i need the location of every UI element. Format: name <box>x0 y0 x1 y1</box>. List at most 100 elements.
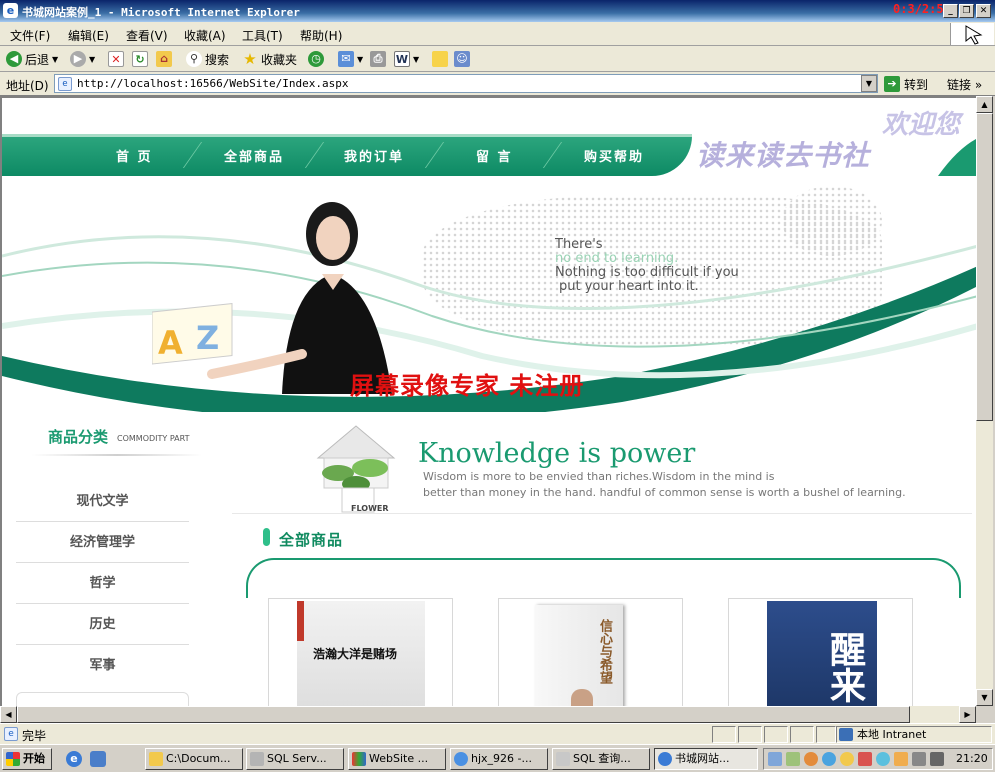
category-item[interactable]: 军事 <box>16 645 189 686</box>
nav-my-orders[interactable]: 我的订单 <box>344 146 404 165</box>
taskbar-item-explorer[interactable]: C:\Docum... <box>145 748 243 770</box>
tray-network-icon[interactable] <box>768 752 782 766</box>
links-button[interactable]: 链接 » <box>947 76 982 93</box>
vertical-scrollbar[interactable]: ▲ ▼ <box>976 96 993 706</box>
quick-launch-desktop-icon[interactable] <box>90 751 106 767</box>
book-card[interactable]: 浩瀚大洋是赌场 <box>268 598 453 706</box>
taskbar-item-sql-query[interactable]: SQL 查询... <box>552 748 650 770</box>
category-item[interactable]: 现代文学 <box>16 481 189 522</box>
category-title: 商品分类 <box>48 428 109 446</box>
history-button[interactable]: ◷ <box>308 50 324 68</box>
menu-help[interactable]: 帮助(H) <box>300 27 342 44</box>
menu-edit[interactable]: 编辑(E) <box>68 27 109 44</box>
forward-arrow-icon: ▶ <box>70 51 86 67</box>
home-button[interactable]: ⌂ <box>156 50 172 68</box>
taskbar-item-website[interactable]: WebSite ... <box>348 748 446 770</box>
svg-text:A: A <box>158 324 183 362</box>
refresh-button[interactable]: ↻ <box>132 50 148 68</box>
menu-bar: 文件(F) 编辑(E) 查看(V) 收藏(A) 工具(T) 帮助(H) <box>0 22 995 46</box>
discuss-button[interactable] <box>432 50 448 68</box>
taskbar-item-bookstore[interactable]: 书城网站... <box>654 748 758 770</box>
scroll-thumb[interactable] <box>976 113 993 421</box>
menu-favorites[interactable]: 收藏(A) <box>184 27 226 44</box>
horizontal-scrollbar[interactable]: ◀ ▶ <box>0 706 976 723</box>
search-button[interactable]: ⚲ 搜索 <box>186 50 229 68</box>
restore-button[interactable]: ❐ <box>959 4 974 18</box>
nav-all-products[interactable]: 全部商品 <box>224 146 284 165</box>
tray-app-icon[interactable] <box>786 752 800 766</box>
favorites-button[interactable]: ★ 收藏夹 <box>242 50 297 68</box>
flower-label: FLOWER <box>351 504 389 513</box>
nav-divider <box>542 142 563 168</box>
status-cell <box>712 726 736 743</box>
nav-help[interactable]: 购买帮助 <box>584 146 644 165</box>
forward-button[interactable]: ▶ ▼ <box>70 50 95 68</box>
start-button[interactable]: 开始 <box>2 748 52 770</box>
tray-antivirus-icon[interactable] <box>858 752 872 766</box>
status-cell <box>816 726 836 743</box>
ie-icon: e <box>3 3 18 18</box>
menu-view[interactable]: 查看(V) <box>126 27 168 44</box>
scroll-left-button[interactable]: ◀ <box>0 706 17 723</box>
scroll-up-button[interactable]: ▲ <box>976 96 993 113</box>
tray-qq-icon[interactable] <box>804 752 818 766</box>
visual-studio-icon <box>352 752 366 766</box>
category-divider <box>32 454 202 456</box>
history-icon: ◷ <box>308 51 324 67</box>
edit-word-button[interactable]: W ▼ <box>394 50 419 68</box>
book-title: 信心与希望 <box>597 619 612 684</box>
close-button[interactable]: ✕ <box>976 4 991 18</box>
status-cell <box>738 726 762 743</box>
tray-volume-icon[interactable] <box>912 752 926 766</box>
banner-line-3: Nothing is too difficult if you <box>555 265 739 280</box>
page-done-icon: e <box>4 727 18 741</box>
refresh-icon: ↻ <box>132 51 148 67</box>
scroll-down-button[interactable]: ▼ <box>976 689 993 706</box>
quick-launch-ie-icon[interactable]: e <box>66 751 82 767</box>
address-input[interactable]: e http://localhost:16566/WebSite/Index.a… <box>54 74 878 93</box>
banner-line-4: put your heart into it. <box>559 279 699 294</box>
category-item[interactable]: 经济管理学 <box>16 522 189 563</box>
address-label: 地址(D) <box>6 79 49 93</box>
page-viewport: 欢迎您 首 页 全部商品 我的订单 留 言 购买帮助 读来读去书社 A Z Th… <box>0 96 976 706</box>
nav-message[interactable]: 留 言 <box>476 146 513 165</box>
address-dropdown-button[interactable]: ▼ <box>861 75 877 92</box>
taskbar-item-sql-server[interactable]: SQL Serv... <box>246 748 344 770</box>
intranet-icon <box>839 728 853 741</box>
status-text: 完毕 <box>22 729 47 743</box>
sql-server-icon <box>250 752 264 766</box>
menu-tools[interactable]: 工具(T) <box>242 27 283 44</box>
menu-file[interactable]: 文件(F) <box>10 27 50 44</box>
page-icon: e <box>58 77 72 91</box>
tray-update-icon[interactable] <box>876 752 890 766</box>
system-tray: 21:20 <box>763 748 993 770</box>
windows-logo-icon <box>950 23 994 45</box>
category-item[interactable]: 哲学 <box>16 563 189 604</box>
minimize-button[interactable]: _ <box>943 4 958 18</box>
title-bar: e 书城网站案例_1 - Microsoft Internet Explorer… <box>0 0 995 22</box>
tray-penguin-icon[interactable] <box>840 752 854 766</box>
hscroll-thumb[interactable] <box>17 706 910 723</box>
go-button[interactable]: ➔ 转到 <box>884 74 928 94</box>
taskbar-item-hjx[interactable]: hjx_926 -... <box>450 748 548 770</box>
taskbar: 开始 e C:\Docum... SQL Serv... WebSite ...… <box>0 744 995 772</box>
tray-messenger-icon[interactable] <box>822 752 836 766</box>
nav-home[interactable]: 首 页 <box>116 146 153 165</box>
print-button[interactable]: ⎙ <box>370 50 386 68</box>
tray-ime-icon[interactable] <box>930 752 944 766</box>
book-card[interactable]: 醒来 <box>728 598 913 706</box>
stop-button[interactable]: ✕ <box>108 50 124 68</box>
tray-shield-icon[interactable] <box>894 752 908 766</box>
query-icon <box>556 752 570 766</box>
messenger-button[interactable]: ☺ <box>454 50 470 68</box>
note-icon <box>432 51 448 67</box>
corner-swoosh <box>938 139 976 176</box>
category-item[interactable]: 历史 <box>16 604 189 645</box>
home-icon: ⌂ <box>156 51 172 67</box>
mail-button[interactable]: ✉ ▼ <box>338 50 363 68</box>
chat-icon <box>454 752 468 766</box>
star-icon: ★ <box>243 50 257 68</box>
book-card[interactable]: 信心与希望 <box>498 598 683 706</box>
scroll-right-button[interactable]: ▶ <box>959 706 976 723</box>
back-button[interactable]: ◀ 后退 ▼ <box>6 50 58 68</box>
